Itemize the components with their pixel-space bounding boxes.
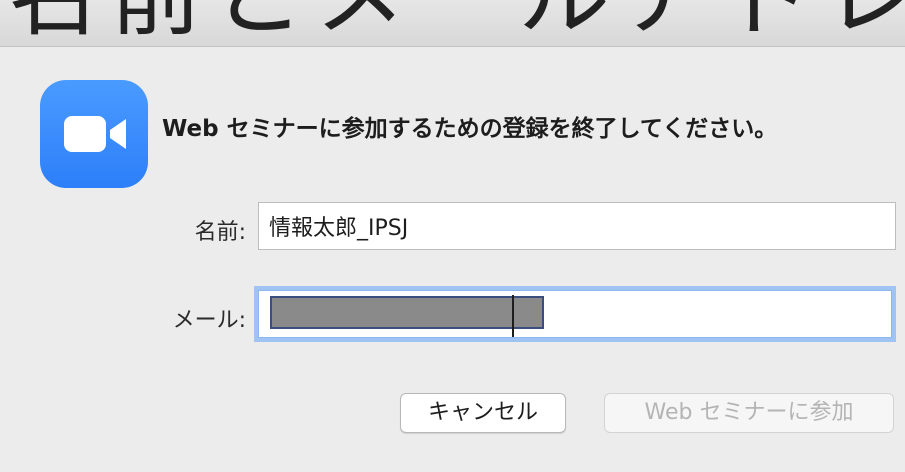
- dialog-message: Web セミナーに参加するための登録を終了してください。: [162, 116, 778, 142]
- email-label: メール:: [172, 308, 246, 333]
- name-input[interactable]: [258, 202, 896, 250]
- cancel-button[interactable]: キャンセル: [400, 393, 566, 433]
- redaction-box: [270, 296, 544, 329]
- text-cursor: [512, 295, 514, 337]
- video-camera-icon: [40, 80, 148, 188]
- slide-caption: 名前とメールアドレスを入力します: [8, 0, 905, 46]
- registration-dialog: Web セミナーに参加するための登録を終了してください。 名前: メール: キャ…: [0, 0, 905, 472]
- screenshot: Web セミナーに参加するための登録を終了してください。 名前: メール: キャ…: [0, 0, 905, 472]
- name-label: 名前:: [194, 220, 246, 245]
- join-webinar-button[interactable]: Web セミナーに参加: [604, 393, 894, 433]
